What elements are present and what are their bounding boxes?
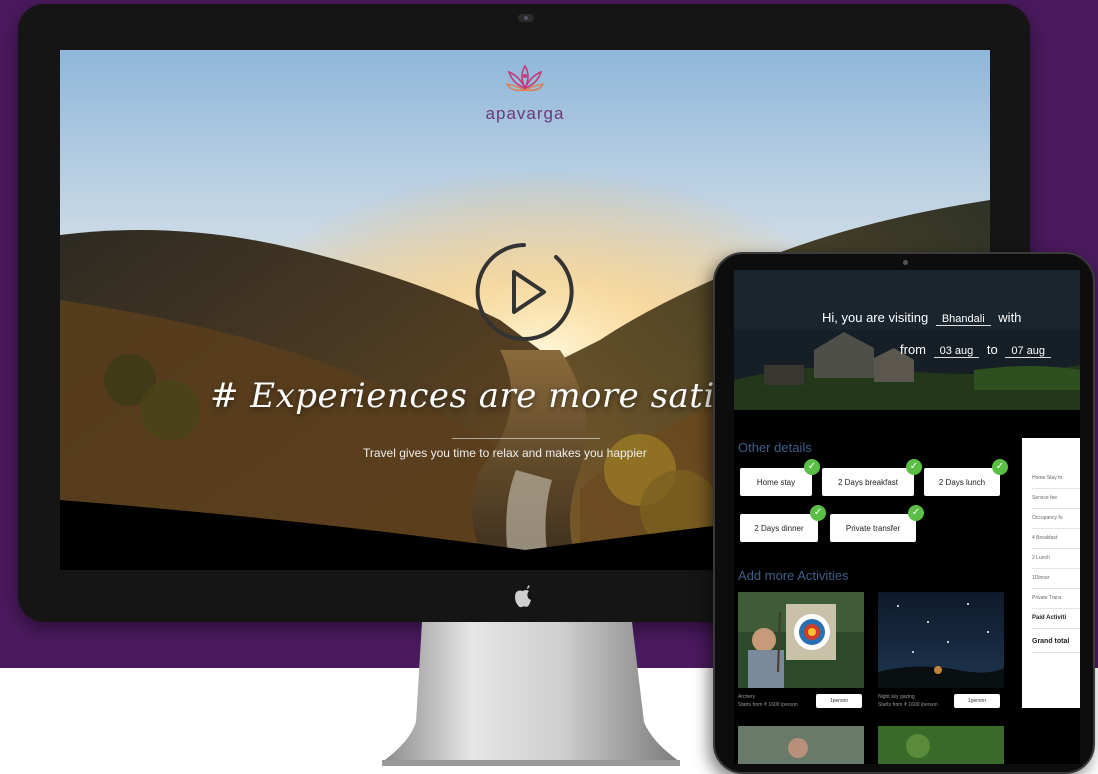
- check-icon: ✓: [810, 505, 826, 521]
- person-select[interactable]: 1person: [954, 694, 1000, 708]
- summary-row: 2 Lunch: [1032, 548, 1080, 569]
- to-date-field[interactable]: 07 aug: [1005, 345, 1052, 358]
- divider: [452, 438, 600, 439]
- summary-row: Occupancy fo: [1032, 508, 1080, 529]
- village-photo: [734, 270, 1080, 410]
- tablet-screen: Hi, you are visiting Bhandali with from …: [734, 270, 1080, 764]
- check-icon: ✓: [804, 459, 820, 475]
- price-summary-panel: Home Stay fo Service fee Occupancy fo 4 …: [1022, 438, 1080, 708]
- activity-photo: [738, 726, 864, 764]
- from-label: from: [900, 342, 926, 357]
- with-label: with: [998, 310, 1022, 325]
- chip-label: Private transfer: [845, 523, 901, 533]
- camera-icon: [903, 260, 908, 265]
- activity-name: Night sky gazing: [878, 694, 915, 700]
- check-icon: ✓: [908, 505, 924, 521]
- activity-name: Archery: [738, 694, 756, 700]
- lotus-icon: [505, 64, 545, 92]
- activity-price: Starts from ₹ 1600 /person: [878, 702, 938, 708]
- hero-subtitle: Travel gives you time to relax and makes…: [363, 446, 647, 460]
- person-select[interactable]: 1person: [816, 694, 862, 708]
- chip-dinner[interactable]: 2 Days dinner ✓: [740, 505, 826, 542]
- apple-logo-icon: [515, 585, 531, 608]
- summary-row: Paid Activiti: [1032, 608, 1080, 629]
- activity-card-stargazing[interactable]: [878, 592, 1004, 688]
- summary-row: 4 Breakfast: [1032, 528, 1080, 549]
- visit-prefix: Hi, you are visiting: [822, 310, 929, 325]
- date-sentence: from 03 aug to 07 aug: [900, 342, 1055, 358]
- chip-label: 2 Days dinner: [754, 523, 804, 533]
- grand-total: Grand total: [1032, 632, 1080, 653]
- chip-breakfast[interactable]: 2 Days breakfast ✓: [822, 459, 922, 496]
- to-label: to: [986, 342, 998, 357]
- summary-row: Service fee: [1032, 488, 1080, 509]
- play-icon[interactable]: [474, 242, 574, 342]
- camera-icon: [518, 14, 534, 22]
- imac-stand: [382, 622, 680, 766]
- chip-label: 2 Days lunch: [938, 477, 986, 487]
- tablet-device: Hi, you are visiting Bhandali with from …: [713, 252, 1095, 774]
- summary-row: 1Dinner: [1032, 568, 1080, 589]
- chip-label: Home stay: [756, 477, 796, 487]
- activity-price: Starts from ₹ 1600 /person: [738, 702, 798, 708]
- activity-photo: [878, 726, 1004, 764]
- chip-label: 2 Days breakfast: [837, 477, 899, 487]
- activity-card[interactable]: [738, 726, 864, 764]
- brand-logo[interactable]: apavarga: [470, 62, 580, 124]
- add-activities-title: Add more Activities: [738, 568, 849, 583]
- tablet-hero: Hi, you are visiting Bhandali with from …: [734, 270, 1080, 410]
- activity-card[interactable]: [878, 726, 1004, 764]
- chip-private-transfer[interactable]: Private transfer ✓: [830, 505, 924, 542]
- brand-name: apavarga: [485, 104, 565, 123]
- other-details-title: Other details: [738, 440, 812, 455]
- destination-field[interactable]: Bhandali: [935, 313, 991, 326]
- from-date-field[interactable]: 03 aug: [933, 345, 980, 358]
- archery-photo: [738, 592, 864, 688]
- check-icon: ✓: [906, 459, 922, 475]
- summary-row: Home Stay fo: [1032, 468, 1080, 489]
- check-icon: ✓: [992, 459, 1008, 475]
- chip-lunch[interactable]: 2 Days lunch ✓: [924, 459, 1008, 496]
- summary-row: Private Trans: [1032, 588, 1080, 609]
- chip-home-stay[interactable]: Home stay ✓: [740, 459, 820, 496]
- night-sky-photo: [878, 592, 1004, 688]
- activity-card-archery[interactable]: [738, 592, 864, 688]
- visit-sentence: Hi, you are visiting Bhandali with: [822, 310, 1021, 326]
